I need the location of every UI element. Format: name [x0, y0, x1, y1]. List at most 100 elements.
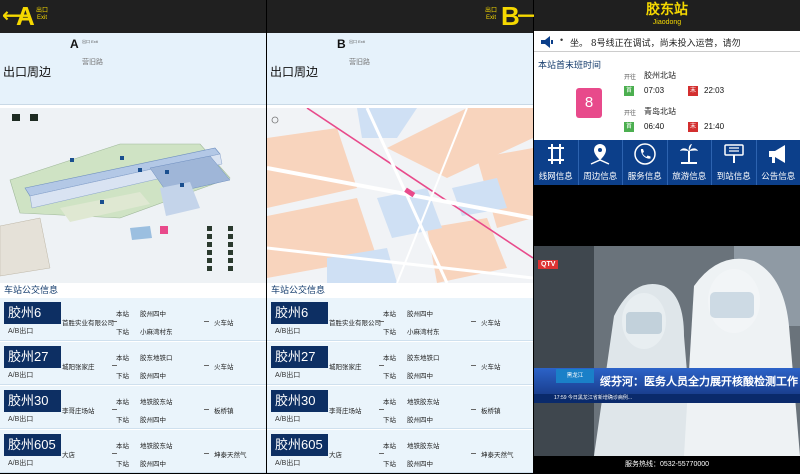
bus-route-row: 胶州27 A/B出口 城阳张家庄 本站 胶东地铁口 下站 胶州四中 火车站 — [0, 342, 266, 385]
current-stop-tag: 本站 — [383, 308, 396, 318]
route-destination: 火车站 — [214, 317, 234, 327]
menu-label: 到站信息 — [712, 170, 756, 182]
route-exit: A/B出口 — [8, 414, 33, 424]
exit-a-panel: ⟵ A 出口Exit A 出口 Exit 出口周边 营旧路 — [0, 0, 266, 473]
road-name: 营旧路 — [349, 57, 370, 67]
bus-route-row: 胶州6 A/B出口 首胜实业有限公司 本站 胶州四中 下站 小麻湾村东 火车站 — [267, 298, 533, 341]
route-destination: 板桥镇 — [214, 405, 234, 415]
last-train-tag: 末 — [688, 86, 698, 96]
direction-label: 开往 — [624, 108, 636, 117]
next-stop-tag: 下站 — [383, 414, 396, 424]
road-name: 营旧路 — [82, 57, 103, 67]
next-stop-tag: 下站 — [116, 458, 129, 468]
line-badge: 8 — [576, 88, 602, 118]
news-ticker: 17:59 今日黑龙江省新增确诊病例... — [534, 394, 800, 403]
bus-info-title: 车站公交信息 — [271, 283, 325, 296]
current-stop-tag: 本站 — [116, 352, 129, 362]
exit-b-panel: 出口Exit B ⟶ B 出口 Exit 出口周边 营旧路 — [267, 0, 533, 473]
connector — [204, 321, 209, 322]
around-letter-sub: 出口 Exit — [349, 39, 365, 45]
route-origin: 城阳张家庄 — [62, 361, 95, 371]
next-stop-tag: 下站 — [116, 326, 129, 336]
bus-info-title: 车站公交信息 — [4, 283, 58, 296]
connector — [471, 453, 476, 454]
route-destination: 坤泰天然气 — [214, 449, 247, 459]
route-number: 胶州27 — [271, 346, 328, 368]
megaphone-icon — [767, 143, 789, 165]
connector — [379, 321, 384, 322]
route-origin: 李哥庄场站 — [62, 405, 95, 415]
direction-label: 开往 — [624, 72, 636, 81]
connector — [379, 453, 384, 454]
route-exit: A/B出口 — [275, 458, 300, 468]
bullet-icon: • — [560, 35, 563, 45]
route-number: 胶州30 — [271, 390, 328, 412]
connector — [471, 409, 476, 410]
exit-surroundings: B 出口 Exit 出口周边 营旧路 — [267, 33, 533, 105]
menu-announcement-info[interactable]: 公告信息 — [757, 140, 800, 185]
around-label: 出口周边 — [270, 63, 318, 80]
bus-route-row: 胶州605 A/B出口 大店 本站 地铁胶东站 下站 胶州四中 坤泰天然气 — [267, 430, 533, 473]
area-map[interactable] — [267, 108, 533, 283]
map-pin-icon — [589, 143, 611, 165]
connector — [112, 453, 117, 454]
current-stop-tag: 本站 — [383, 440, 396, 450]
route-exit: A/B出口 — [8, 326, 33, 336]
bus-route-row: 胶州30 A/B出口 李哥庄场站 本站 地铁胶东站 下站 胶州四中 板桥镇 — [0, 386, 266, 429]
next-stop-tag: 下站 — [116, 414, 129, 424]
exit-a-header: ⟵ A 出口Exit — [0, 0, 266, 33]
exit-label: 出口Exit — [485, 8, 497, 22]
menu-travel-info[interactable]: 旅游信息 — [668, 140, 713, 185]
menu-network-info[interactable]: 线网信息 — [534, 140, 579, 185]
route-destination: 火车站 — [481, 317, 501, 327]
first-train-time: 07:03 — [644, 86, 664, 95]
around-letter-sub: 出口 Exit — [82, 39, 98, 45]
connector — [204, 409, 209, 410]
route-number: 胶州27 — [4, 346, 61, 368]
menu-service-info[interactable]: 服务信息 — [623, 140, 668, 185]
tv-channel-logo: QTV — [538, 260, 558, 269]
bus-route-row: 胶州6 A/B出口 首胜实业有限公司 本站 胶州四中 下站 小麻湾村东 火车站 — [0, 298, 266, 341]
last-train-tag: 末 — [688, 122, 698, 132]
connector — [204, 365, 209, 366]
current-stop: 胶州四中 — [407, 308, 433, 318]
around-letter: A — [70, 37, 79, 51]
route-origin: 大店 — [62, 449, 75, 459]
last-train-time: 22:03 — [704, 86, 724, 95]
route-exit: A/B出口 — [8, 458, 33, 468]
route-number: 胶州605 — [271, 434, 328, 456]
bus-route-row: 胶州605 A/B出口 大店 本站 地铁胶东站 下站 胶州四中 坤泰天然气 — [0, 430, 266, 473]
service-hotline: 服务热线：0532-55770000 — [534, 456, 800, 473]
bus-list: 胶州6 A/B出口 首胜实业有限公司 本站 胶州四中 下站 小麻湾村东 火车站 … — [0, 298, 266, 474]
current-stop: 地铁胶东站 — [407, 396, 440, 406]
news-ribbon: 黑龙江 绥芬河：医务人员全力展开核酸检测工作 — [534, 368, 800, 394]
next-stop: 小麻湾村东 — [407, 326, 440, 336]
route-number: 胶州6 — [4, 302, 61, 324]
route-destination: 火车站 — [214, 361, 234, 371]
current-stop: 胶东地铁口 — [140, 352, 173, 362]
route-destination: 板桥镇 — [481, 405, 501, 415]
connector — [471, 321, 476, 322]
menu-surrounding-info[interactable]: 周边信息 — [579, 140, 624, 185]
news-video: QTV 黑龙江 绥芬河：医务人员全力展开核酸检测工作 17:59 今日黑龙江省新… — [534, 246, 800, 456]
connector — [112, 409, 117, 410]
next-stop-tag: 下站 — [116, 370, 129, 380]
timetable: 本站首末班时间 8 开往 胶州北站 首 07:03 末 22:03 开往 青岛北… — [534, 52, 800, 140]
news-location: 黑龙江 — [556, 369, 594, 383]
terminal-name: 青岛北站 — [644, 106, 676, 117]
current-stop-tag: 本站 — [116, 396, 129, 406]
exit-letter: A — [16, 1, 35, 31]
info-menu: 线网信息 周边信息 服务信息 旅游信息 到站信息 公告信息 — [534, 140, 800, 185]
area-map-graphic — [267, 108, 533, 283]
next-stop-tag: 下站 — [383, 458, 396, 468]
route-exit: A/B出口 — [275, 370, 300, 380]
news-headline: 绥芬河：医务人员全力展开核酸检测工作 — [600, 373, 798, 389]
route-origin: 李哥庄场站 — [329, 405, 362, 415]
station-3d-diagram — [0, 108, 266, 283]
station-info-panel: 胶东站 Jiaodong • 坐。 8号线正在调试，尚未投入运营，请勿 本站首末… — [534, 0, 800, 473]
route-number: 胶州605 — [4, 434, 61, 456]
station-name-en: Jiaodong — [534, 18, 800, 28]
station-header: 胶东站 Jiaodong — [534, 0, 800, 31]
next-stop-tag: 下站 — [383, 370, 396, 380]
menu-arrival-info[interactable]: 到站信息 — [712, 140, 757, 185]
